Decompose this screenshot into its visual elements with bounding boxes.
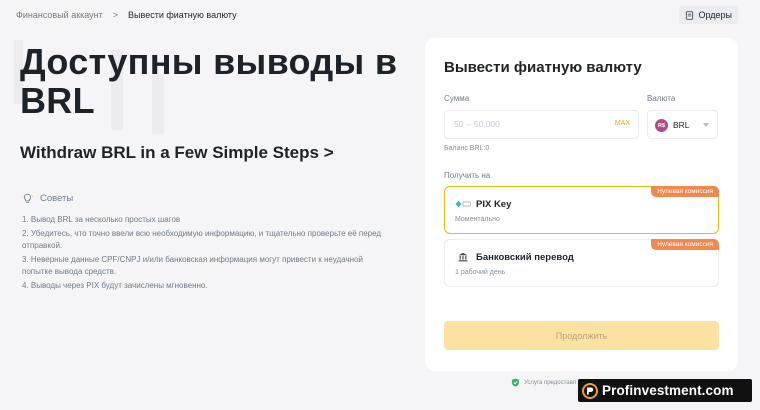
balance-text: Баланс BRL:0 <box>444 145 490 152</box>
tip-item: 3. Неверные данные CPF/CNPJ и/или банков… <box>22 254 363 277</box>
tips-list: 1. Вывод BRL за несколько простых шагов … <box>22 214 392 293</box>
currency-select[interactable]: R$ BRL <box>647 110 718 139</box>
option-subtitle: Моментально <box>455 216 500 223</box>
service-note-text: Услуга предоставл <box>524 379 577 386</box>
pix-icon <box>455 199 471 209</box>
tip-item: 2. Убедитесь, что точно ввели всю необхо… <box>22 228 382 251</box>
withdraw-form-card: Вывести фиатную валюту Сумма Валюта MAX … <box>425 38 738 371</box>
form-title: Вывести фиатную валюту <box>444 59 642 76</box>
option-title: PIX Key <box>476 199 512 210</box>
lightbulb-icon <box>22 193 33 203</box>
orders-label: Ордеры <box>698 10 732 20</box>
amount-input[interactable] <box>454 119 594 129</box>
currency-label: Валюта <box>647 94 676 103</box>
tip-item: 1. Вывод BRL за несколько простых шагов <box>22 215 181 224</box>
option-pix-key[interactable]: Нулевая комиссия PIX Key Моментально <box>444 186 719 234</box>
watermark: Profinvestment.com <box>578 379 752 402</box>
breadcrumb-parent[interactable]: Финансовый аккаунт <box>16 10 103 20</box>
breadcrumb-separator: > <box>112 10 119 20</box>
breadcrumb: Финансовый аккаунт > Вывести фиатную вал… <box>16 10 237 20</box>
document-icon <box>686 10 694 20</box>
option-subtitle: 1 рабочий день <box>455 269 506 276</box>
bank-icon <box>455 252 471 262</box>
option-bank-transfer[interactable]: Нулевая комиссия Банковский перевод 1 ра… <box>444 239 719 287</box>
receive-label: Получить на <box>444 171 491 180</box>
zero-fee-badge: Нулевая комиссия <box>651 239 719 250</box>
brl-currency-icon: R$ <box>655 119 668 132</box>
zero-fee-badge: Нулевая комиссия <box>651 186 719 197</box>
breadcrumb-current: Вывести фиатную валюту <box>128 10 237 20</box>
amount-label: Сумма <box>444 94 470 103</box>
hero-subtitle-link[interactable]: Withdraw BRL in a Few Simple Steps > <box>20 143 334 163</box>
tips-heading-label: Советы <box>40 193 74 204</box>
max-button[interactable]: MAX <box>615 120 630 127</box>
shield-check-icon <box>511 378 520 387</box>
chevron-down-icon <box>703 123 709 127</box>
tips-heading: Советы <box>22 193 73 204</box>
top-bar: Финансовый аккаунт > Вывести фиатную вал… <box>0 0 760 30</box>
profinvestment-logo-icon <box>582 382 598 399</box>
option-title: Банковский перевод <box>476 252 574 263</box>
service-note: Услуга предоставл <box>511 378 576 387</box>
continue-button[interactable]: Продолжить <box>444 321 719 350</box>
hero-title: Доступны выводы в BRL <box>20 41 398 121</box>
watermark-text: Profinvestment.com <box>602 383 734 398</box>
amount-field: MAX <box>444 110 639 139</box>
currency-value: BRL <box>673 120 690 130</box>
orders-button[interactable]: Ордеры <box>679 6 738 24</box>
tip-item: 4. Выводы через PIX будут зачислены мгно… <box>22 280 208 290</box>
